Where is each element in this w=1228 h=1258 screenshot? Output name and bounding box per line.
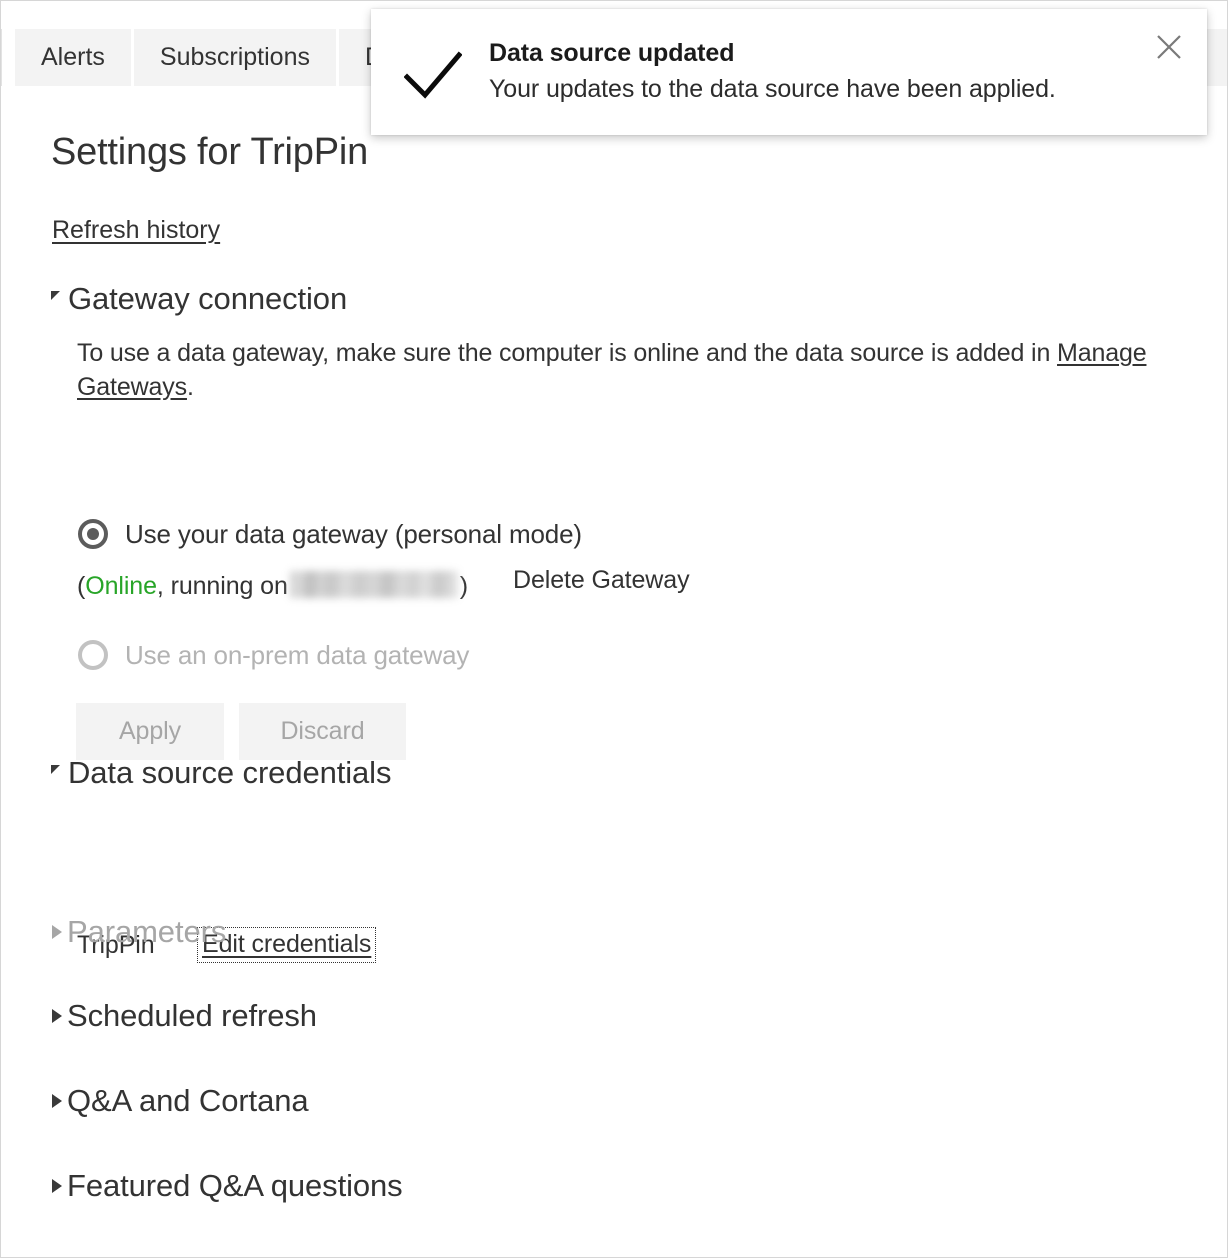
settings-page: Alerts Subscriptions D Data source updat… xyxy=(0,0,1228,1258)
radio-button-unselected-icon[interactable] xyxy=(78,640,108,670)
checkmark-icon xyxy=(403,51,463,99)
gateway-description-text-before: To use a data gateway, make sure the com… xyxy=(77,339,1058,367)
radio-label-onprem-gateway: Use an on-prem data gateway xyxy=(125,640,470,670)
redacted-machine-name xyxy=(289,571,458,598)
discard-button[interactable]: Discard xyxy=(239,703,406,760)
tab-subscriptions[interactable]: Subscriptions xyxy=(133,29,336,86)
section-title-qna-and-cortana: Q&A and Cortana xyxy=(67,1083,309,1118)
radio-label-personal-gateway: Use your data gateway (personal mode) xyxy=(125,519,582,549)
toast-message: Your updates to the data source have bee… xyxy=(489,74,1056,103)
section-title-scheduled-refresh: Scheduled refresh xyxy=(67,998,317,1033)
toast-text-block: Data source updated Your updates to the … xyxy=(489,36,1137,107)
status-close-paren: ) xyxy=(459,572,468,600)
notification-toast: Data source updated Your updates to the … xyxy=(371,9,1207,135)
radio-button-selected-icon[interactable] xyxy=(78,519,108,549)
gateway-description: To use a data gateway, make sure the com… xyxy=(77,337,1195,404)
chevron-collapsed-icon xyxy=(52,1178,62,1193)
radio-use-onprem-gateway[interactable]: Use an on-prem data gateway xyxy=(78,640,469,670)
section-title-data-source-credentials: Data source credentials xyxy=(68,755,392,790)
chevron-collapsed-icon xyxy=(52,924,62,939)
chevron-collapsed-icon xyxy=(52,1008,62,1023)
toast-title: Data source updated xyxy=(489,39,735,67)
section-header-qna-and-cortana[interactable]: Q&A and Cortana xyxy=(52,1085,309,1116)
page-title: Settings for TripPin xyxy=(51,131,369,173)
chevron-expanded-icon xyxy=(51,765,60,774)
section-title-featured-qna-questions: Featured Q&A questions xyxy=(67,1168,403,1203)
edit-credentials-link[interactable]: Edit credentials xyxy=(196,927,377,963)
tab-alerts-label: Alerts xyxy=(41,43,105,71)
chevron-collapsed-icon xyxy=(52,1093,62,1108)
delete-gateway-link[interactable]: Delete Gateway xyxy=(513,568,690,593)
section-header-scheduled-refresh[interactable]: Scheduled refresh xyxy=(52,1000,317,1031)
radio-use-personal-gateway[interactable]: Use your data gateway (personal mode) xyxy=(78,519,582,549)
refresh-history-link[interactable]: Refresh history xyxy=(52,218,220,243)
status-open-paren: ( xyxy=(77,572,86,600)
gateway-action-buttons: Apply Discard xyxy=(76,703,421,760)
section-header-data-source-credentials[interactable]: Data source credentials xyxy=(51,757,391,788)
tab-alerts[interactable]: Alerts xyxy=(15,29,131,86)
section-title-gateway-connection: Gateway connection xyxy=(68,281,348,316)
gateway-description-text-after: . xyxy=(186,372,194,401)
tab-bar-left-gutter xyxy=(1,29,15,86)
status-running-on-text: , running on xyxy=(156,572,288,600)
gateway-status-line: (Online, running on ) xyxy=(77,567,468,599)
chevron-expanded-icon xyxy=(51,291,60,300)
tab-subscriptions-label: Subscriptions xyxy=(159,43,310,71)
section-header-parameters[interactable]: Parameters xyxy=(52,916,226,947)
apply-button[interactable]: Apply xyxy=(76,703,224,760)
section-header-featured-qna-questions[interactable]: Featured Q&A questions xyxy=(52,1170,403,1201)
settings-content: Settings for TripPin Refresh history Gat… xyxy=(1,86,1227,1257)
close-icon[interactable] xyxy=(1149,27,1189,67)
section-title-parameters: Parameters xyxy=(67,914,227,949)
status-badge: Online xyxy=(85,572,157,600)
section-header-gateway-connection[interactable]: Gateway connection xyxy=(51,283,347,314)
